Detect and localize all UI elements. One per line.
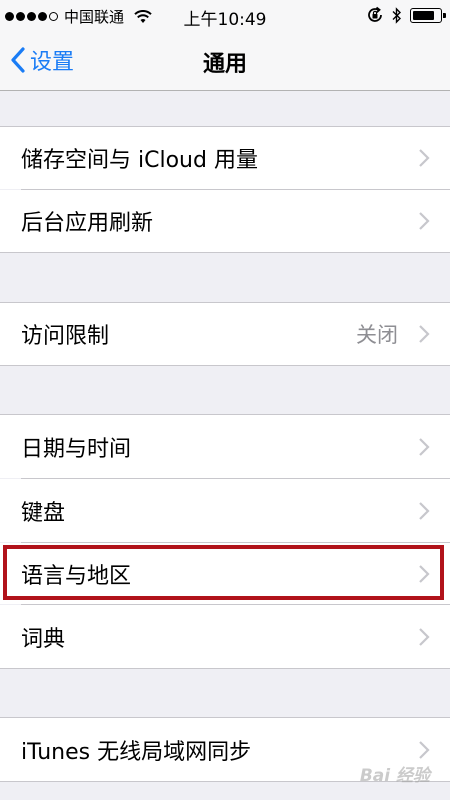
chevron-right-icon bbox=[419, 325, 430, 343]
chevron-right-icon bbox=[419, 740, 430, 759]
list-item-label: 语言与地区 bbox=[21, 563, 132, 589]
status-right bbox=[366, 6, 446, 24]
separator bbox=[0, 252, 450, 253]
list-item-language-region[interactable]: 语言与地区 bbox=[0, 543, 450, 604]
list-item-restrictions[interactable]: 访问限制 关闭 bbox=[0, 303, 450, 365]
chevron-right-icon bbox=[419, 212, 430, 230]
list-item-label: 词典 bbox=[21, 626, 66, 652]
chevron-right-icon bbox=[419, 627, 430, 646]
list-item-keyboard[interactable]: 键盘 bbox=[0, 479, 450, 542]
list-item-label: 储存空间与 iCloud 用量 bbox=[21, 148, 258, 173]
separator bbox=[0, 668, 450, 669]
chevron-right-icon bbox=[419, 501, 430, 520]
page-title: 通用 bbox=[202, 52, 247, 77]
bluetooth-icon bbox=[392, 6, 401, 24]
chevron-right-icon bbox=[419, 437, 430, 456]
chevron-right-icon bbox=[419, 564, 430, 583]
list-item-date-time[interactable]: 日期与时间 bbox=[0, 415, 450, 478]
separator bbox=[0, 365, 450, 366]
orientation-lock-icon bbox=[368, 6, 382, 22]
list-item-label: 后台应用刷新 bbox=[21, 211, 154, 236]
list-item-label: 日期与时间 bbox=[21, 436, 132, 462]
list-item-storage[interactable]: 储存空间与 iCloud 用量 bbox=[0, 127, 450, 189]
list-item-label: 访问限制 bbox=[21, 324, 110, 349]
list-item-label: 键盘 bbox=[21, 500, 66, 526]
chevron-right-icon bbox=[419, 149, 430, 167]
list-item-label: iTunes 无线局域网同步 bbox=[21, 739, 252, 765]
list-item-background-refresh[interactable]: 后台应用刷新 bbox=[0, 190, 450, 252]
status-bar: 中国联通 上午10:49 bbox=[0, 0, 450, 32]
list-item-value: 关闭 bbox=[356, 323, 398, 347]
screen: 中国联通 上午10:49 设置 通用 储存空间与 iCloud 用量 后台应用刷… bbox=[0, 0, 450, 800]
list-item-dictionary[interactable]: 词典 bbox=[0, 605, 450, 668]
navigation-bar: 设置 通用 bbox=[0, 32, 450, 91]
battery-icon bbox=[410, 7, 446, 23]
watermark: Bai 经验 bbox=[359, 766, 430, 786]
